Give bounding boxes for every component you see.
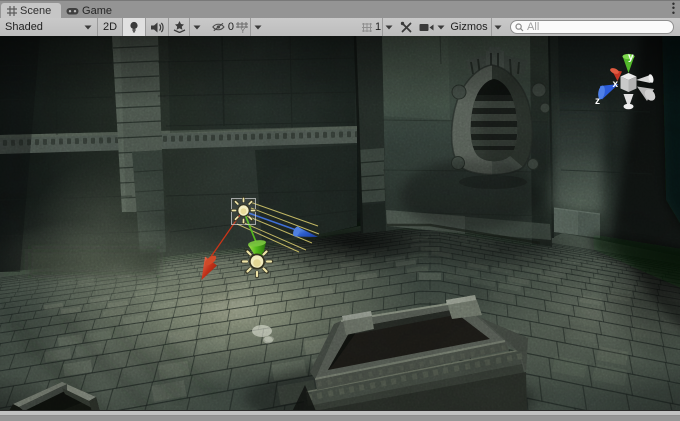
svg-text:y: y [628,52,634,63]
svg-text:Y: Y [240,28,245,33]
svg-text:z: z [595,96,600,107]
svg-text:x: x [613,79,619,90]
